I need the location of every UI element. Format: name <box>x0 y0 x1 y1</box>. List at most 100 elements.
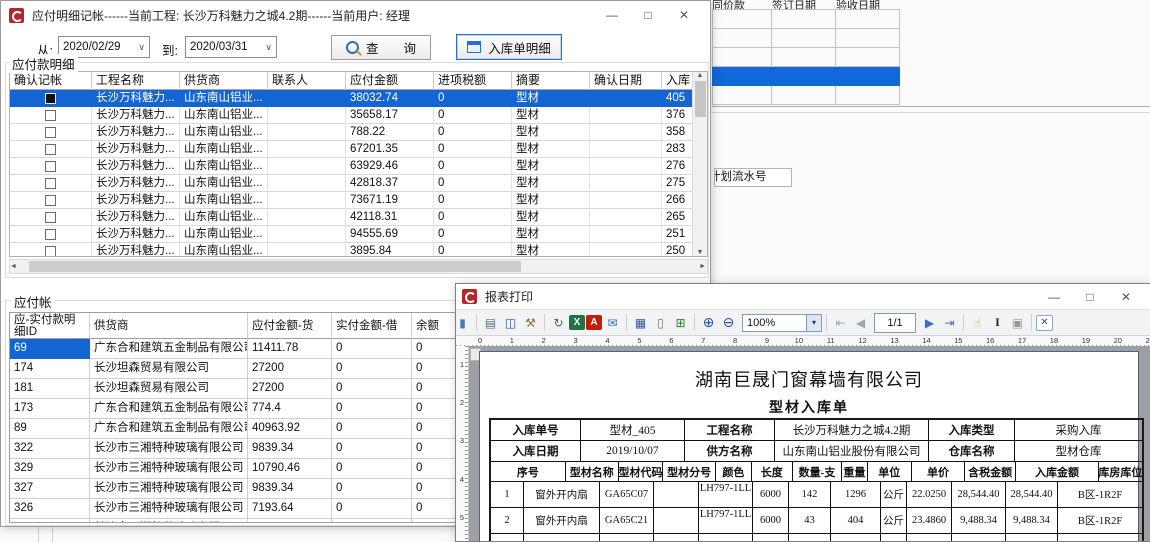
pan-hand-icon[interactable]: ☝ <box>968 314 987 332</box>
table-row[interactable]: 326 长沙市三湘特种玻璃有限公司 7193.64 0 0 <box>10 499 478 519</box>
export-icon[interactable]: ↻ <box>549 314 568 332</box>
column-header[interactable]: 实付金额-借 <box>332 313 412 339</box>
confirm-checkbox[interactable] <box>45 127 56 138</box>
column-header[interactable]: 进项税额 <box>434 72 512 90</box>
plan-serial-field[interactable]: 计划流水号 <box>714 168 792 187</box>
table-row[interactable] <box>712 48 900 67</box>
table-row[interactable]: 长沙万科魅力... 山东南山铝业... 38032.74 0 型材 405 <box>10 90 707 107</box>
column-header[interactable]: 确认日期 <box>590 72 662 90</box>
close-button[interactable]: ✕ <box>666 2 702 28</box>
cell-confirm-date <box>590 192 662 209</box>
excel-export-icon[interactable]: X <box>569 315 585 330</box>
column-header[interactable]: 摘要 <box>512 72 590 90</box>
column-header[interactable]: 联系人 <box>268 72 346 90</box>
column-header[interactable]: 应付金额-货 <box>248 313 332 339</box>
report-partial-icon[interactable]: ▮ <box>455 314 472 332</box>
column-header[interactable]: 应付金额 <box>346 72 434 90</box>
maximize-button[interactable]: □ <box>630 2 666 28</box>
multi-page-view-icon[interactable]: ⊞ <box>671 314 690 332</box>
confirm-checkbox[interactable] <box>45 212 56 223</box>
maximize-button[interactable]: □ <box>1072 284 1108 310</box>
save-icon[interactable]: ▦ <box>631 314 650 332</box>
table-row[interactable]: 89 广东合和建筑五金制品有限公司 40963.92 0 0 <box>10 419 478 439</box>
table-row[interactable]: 174 长沙坦森贸易有限公司 27200 0 0 <box>10 359 478 379</box>
last-page-icon[interactable]: ⇥ <box>940 314 959 332</box>
mail-export-icon[interactable]: ✉ <box>603 314 622 332</box>
confirm-checkbox[interactable] <box>45 178 56 189</box>
table-row[interactable]: 长沙万科魅力... 山东南山铝业... 42818.37 0 型材 275 <box>10 175 707 192</box>
column-header[interactable]: 工程名称 <box>92 72 180 90</box>
table-row[interactable]: 69 广东合和建筑五金制品有限公司 11411.78 0 0 <box>10 339 478 359</box>
prev-page-icon[interactable]: ◀ <box>851 314 870 332</box>
table-row[interactable]: 长沙万科魅力... 山东南山铝业... 94555.69 0 型材 251 <box>10 226 707 243</box>
table-row[interactable]: 322 长沙市三湘特种玻璃有限公司 9839.34 0 0 <box>10 439 478 459</box>
options-icon[interactable]: ⚒ <box>521 314 540 332</box>
table-row[interactable]: 长沙市三湘特种玻璃有限公司 <box>10 519 478 523</box>
column-header: 序号 <box>491 462 566 481</box>
column-header[interactable]: 供货商 <box>90 313 248 339</box>
confirm-checkbox[interactable] <box>45 229 56 240</box>
scroll-left-icon[interactable]: ◄ <box>10 263 17 270</box>
text-select-icon[interactable]: I <box>988 314 1007 332</box>
table-row[interactable]: 329 长沙市三湘特种玻璃有限公司 10790.46 0 0 <box>10 459 478 479</box>
close-button[interactable]: ✕ <box>1108 284 1144 310</box>
first-page-icon[interactable]: ⇤ <box>831 314 850 332</box>
horizontal-scrollbar[interactable]: ◄ ► <box>9 259 708 274</box>
print-icon[interactable]: ▤ <box>481 314 500 332</box>
confirm-checkbox[interactable] <box>45 161 56 172</box>
title-bar[interactable]: 报表打印 — □ ✕ <box>456 284 1150 309</box>
cell-supplier: 山东南山铝业... <box>180 90 268 107</box>
table-row[interactable]: 长沙万科魅力... 山东南山铝业... 73671.19 0 型材 266 <box>10 192 707 209</box>
table-row[interactable]: 181 长沙坦森贸易有限公司 27200 0 0 <box>10 379 478 399</box>
minimize-button[interactable]: — <box>594 2 630 28</box>
zoom-select[interactable]: 100% ▾ <box>742 314 822 332</box>
close-preview-icon[interactable]: ✕ <box>1036 315 1053 331</box>
cell-supplier: 广东合和建筑五金制品有限公司 <box>90 399 248 419</box>
table-row[interactable]: 长沙万科魅力... 山东南山铝业... 63929.46 0 型材 276 <box>10 158 707 175</box>
scrollbar-thumb[interactable] <box>695 81 706 117</box>
cell-project: 长沙万科魅力... <box>92 243 180 257</box>
vertical-scrollbar[interactable]: ▲ ▼ <box>692 72 707 256</box>
table-row[interactable]: 长沙万科魅力... 山东南山铝业... 788.22 0 型材 358 <box>10 124 707 141</box>
inbound-detail-button[interactable]: 入库单明细 <box>456 34 562 60</box>
scroll-up-icon[interactable]: ▲ <box>697 72 704 79</box>
copy-icon[interactable]: ▣ <box>1008 314 1027 332</box>
scroll-down-icon[interactable]: ▼ <box>697 249 704 256</box>
to-date-select[interactable]: 2020/03/31 ∨ <box>185 36 277 58</box>
column-header[interactable]: 供货商 <box>180 72 268 90</box>
chevron-down-icon[interactable]: ▾ <box>806 315 821 331</box>
table-row[interactable]: 长沙万科魅力... 山东南山铝业... 42118.31 0 型材 265 <box>10 209 707 226</box>
confirm-checkbox[interactable] <box>45 144 56 155</box>
next-page-icon[interactable]: ▶ <box>920 314 939 332</box>
confirm-checkbox[interactable] <box>45 246 56 257</box>
table-row[interactable] <box>712 10 900 29</box>
book-icon[interactable]: ◫ <box>501 314 520 332</box>
table-row[interactable] <box>712 29 900 48</box>
column-header[interactable]: 确认记帐 <box>10 72 92 90</box>
column-header[interactable]: 入库 <box>662 72 692 90</box>
table-row[interactable]: 长沙万科魅力... 山东南山铝业... 35658.17 0 型材 376 <box>10 107 707 124</box>
cell-id: 322 <box>10 439 90 459</box>
table-row[interactable]: 327 长沙市三湘特种玻璃有限公司 9839.34 0 0 <box>10 479 478 499</box>
table-row[interactable]: 173 广东合和建筑五金制品有限公司 774.4 0 0 <box>10 399 478 419</box>
scrollbar-thumb[interactable] <box>29 261 521 272</box>
pdf-export-icon[interactable]: A <box>586 315 602 330</box>
confirm-checkbox[interactable] <box>45 110 56 121</box>
table-row[interactable]: 长沙万科魅力... 山东南山铝业... 67201.35 0 型材 283 <box>10 141 707 158</box>
confirm-checkbox[interactable] <box>45 93 56 104</box>
column-header: 含税金额 <box>965 462 1016 481</box>
query-button[interactable]: 查 询 <box>331 35 431 60</box>
table-row[interactable] <box>712 67 900 86</box>
table-row[interactable] <box>712 86 900 105</box>
preview-area[interactable]: 12345 湖南巨晟门窗幕墙有限公司 型材入库单 入库单号 型材_405 工程名… <box>456 346 1150 541</box>
table-row[interactable]: 长沙万科魅力... 山东南山铝业... 3895.84 0 型材 250 <box>10 243 707 257</box>
title-bar[interactable]: 应付明细记帐------当前工程: 长沙万科魅力之城4.2期------当前用户… <box>1 1 710 29</box>
minimize-button[interactable]: — <box>1036 284 1072 310</box>
scroll-right-icon[interactable]: ► <box>699 263 706 270</box>
column-header[interactable]: 应-实付款明细ID <box>10 313 90 339</box>
single-page-view-icon[interactable]: ▯ <box>651 314 670 332</box>
zoom-out-icon[interactable]: ⊖ <box>719 314 738 332</box>
confirm-checkbox[interactable] <box>45 195 56 206</box>
page-number-field[interactable]: 1/1 <box>874 313 916 333</box>
zoom-in-icon[interactable]: ⊕ <box>699 314 718 332</box>
